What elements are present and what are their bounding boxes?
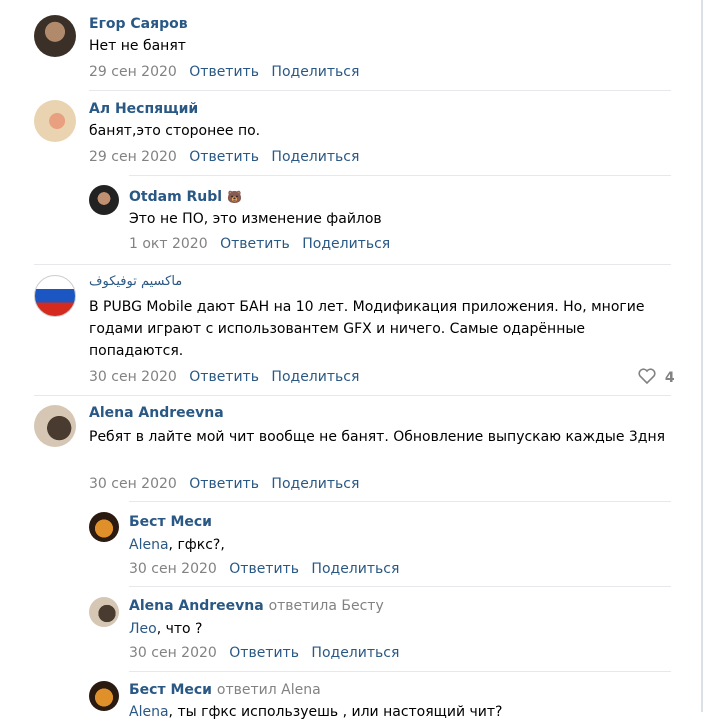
- comment-meta: 30 сен 2020 Ответить Поделиться: [129, 561, 407, 577]
- comment-date[interactable]: 30 сен 2020: [129, 561, 217, 577]
- comment-text: Нет не банят: [89, 38, 186, 54]
- comment-author[interactable]: Alena Andreevna: [89, 405, 224, 421]
- share-button[interactable]: Поделиться: [311, 645, 399, 661]
- heart-icon: [638, 368, 656, 385]
- share-button[interactable]: Поделиться: [271, 64, 359, 80]
- mention-link[interactable]: Alena: [129, 704, 169, 720]
- reply-button[interactable]: Ответить: [189, 64, 259, 80]
- share-button[interactable]: Поделиться: [271, 369, 359, 385]
- avatar[interactable]: [34, 100, 76, 142]
- reply-to-label[interactable]: ответила Бесту: [269, 598, 384, 614]
- separator: [129, 175, 671, 176]
- comment-text: Alena, ты гфкс используешь , или настоящ…: [129, 704, 503, 720]
- comment-author[interactable]: Бест Меси ответил Alena: [129, 682, 321, 698]
- reply-to-label[interactable]: ответил Alena: [217, 682, 321, 698]
- share-button[interactable]: Поделиться: [311, 561, 399, 577]
- share-button[interactable]: Поделиться: [271, 476, 359, 492]
- comment-meta: 30 сен 2020 Ответить Поделиться: [129, 645, 407, 661]
- avatar[interactable]: [34, 405, 76, 447]
- separator: [129, 501, 671, 502]
- comment-text: Ребят в лайте мой чит вообще не банят. О…: [89, 429, 666, 445]
- comment-author[interactable]: Бест Меси: [129, 514, 212, 530]
- reply-button[interactable]: Ответить: [189, 476, 259, 492]
- comment-text: Alena, гфкс?,: [129, 537, 225, 553]
- comment-meta: 30 сен 2020 Ответить Поделиться: [89, 476, 367, 492]
- comment-meta: 29 сен 2020 Ответить Поделиться: [89, 149, 367, 165]
- comment-text: В PUBG Mobile дают БАН на 10 лет. Модифи…: [89, 299, 645, 359]
- mention-link[interactable]: Alena: [129, 537, 169, 553]
- comment-author[interactable]: Otdam Rubl 🐻: [129, 189, 242, 205]
- share-button[interactable]: Поделиться: [302, 236, 390, 252]
- comment-meta: 1 окт 2020 Ответить Поделиться: [129, 236, 398, 252]
- separator: [129, 586, 671, 587]
- comment-author[interactable]: Alena Andreevna ответила Бесту: [129, 598, 384, 614]
- reply-button[interactable]: Ответить: [189, 149, 259, 165]
- reply-button[interactable]: Ответить: [229, 561, 299, 577]
- reply-button[interactable]: Ответить: [220, 236, 290, 252]
- comment-date[interactable]: 1 окт 2020: [129, 236, 208, 252]
- comment-date[interactable]: 30 сен 2020: [89, 369, 177, 385]
- avatar[interactable]: [34, 15, 76, 57]
- separator: [34, 264, 671, 265]
- comment-author[interactable]: Ал Неспящий: [89, 101, 198, 117]
- bear-badge-icon: 🐻: [226, 190, 242, 204]
- comment-date[interactable]: 30 сен 2020: [89, 476, 177, 492]
- comment-text: Это не ПО, это изменение файлов: [129, 211, 382, 227]
- avatar[interactable]: [89, 681, 119, 711]
- comment-author[interactable]: ماكسيم توفيكوف: [89, 274, 182, 289]
- comment-text: банят,это сторонее по.: [89, 123, 261, 139]
- avatar[interactable]: [89, 512, 119, 542]
- mention-link[interactable]: Лео: [129, 621, 157, 637]
- comment-author[interactable]: Егор Саяров: [89, 16, 188, 32]
- share-button[interactable]: Поделиться: [271, 149, 359, 165]
- comment-date[interactable]: 29 сен 2020: [89, 149, 177, 165]
- reply-button[interactable]: Ответить: [229, 645, 299, 661]
- comment-date[interactable]: 30 сен 2020: [129, 645, 217, 661]
- comment-meta: 29 сен 2020 Ответить Поделиться: [89, 64, 367, 80]
- avatar[interactable]: [34, 275, 76, 317]
- separator: [89, 90, 671, 91]
- avatar[interactable]: [89, 185, 119, 215]
- like-button[interactable]: 4: [637, 367, 675, 386]
- reply-button[interactable]: Ответить: [189, 369, 259, 385]
- comment-text: Лео, что ?: [129, 621, 203, 637]
- separator: [34, 395, 671, 396]
- like-count: 4: [664, 370, 675, 386]
- comment-date[interactable]: 29 сен 2020: [89, 64, 177, 80]
- avatar[interactable]: [89, 597, 119, 627]
- comment-meta: 30 сен 2020 Ответить Поделиться: [89, 369, 367, 385]
- separator: [129, 671, 671, 672]
